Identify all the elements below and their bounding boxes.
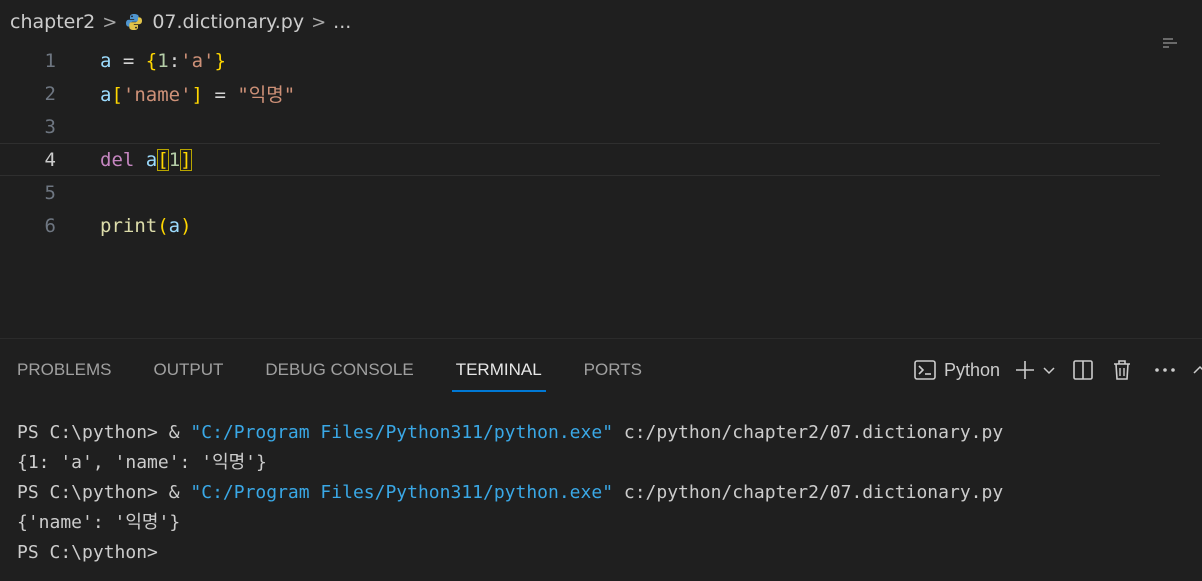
new-terminal-button[interactable]: [1014, 359, 1036, 381]
code-token: 1: [168, 148, 181, 171]
breadcrumb-file[interactable]: 07.dictionary.py: [152, 11, 304, 33]
split-terminal-button[interactable]: [1072, 359, 1094, 381]
tab-ports[interactable]: PORTS: [584, 339, 642, 401]
code-token: "익명": [237, 84, 296, 106]
code-line[interactable]: 6 print(a): [0, 209, 1160, 242]
maximize-panel-button[interactable]: [1192, 363, 1202, 377]
code-token: [: [157, 148, 169, 171]
code-token: print: [100, 214, 158, 237]
code-text: a = {1:'a'}: [100, 50, 226, 72]
code-token: 'a': [180, 49, 215, 72]
line-number: 6: [44, 214, 56, 237]
terminal-text: PS C:\python> &: [17, 482, 191, 503]
terminal-line: PS C:\python> & "C:/Program Files/Python…: [17, 418, 1202, 448]
terminal-text: {'name': '익명'}: [17, 512, 181, 533]
tab-terminal[interactable]: TERMINAL: [451, 339, 546, 401]
terminal-text: PS C:\python>: [17, 542, 158, 563]
terminal-text: PS C:\python> &: [17, 422, 191, 443]
code-token: ): [180, 214, 192, 237]
kill-terminal-button[interactable]: [1112, 359, 1132, 381]
code-token: (: [157, 214, 169, 237]
code-text: print(a): [100, 215, 192, 237]
code-token: }: [214, 49, 226, 72]
more-actions-button[interactable]: [1154, 367, 1176, 373]
terminal-line: PS C:\python>: [17, 538, 1202, 568]
terminal-text: c:/python/chapter2/07.dictionary.py: [613, 422, 1004, 443]
code-line[interactable]: 3: [0, 110, 1160, 143]
code-token: a: [145, 148, 158, 171]
python-file-icon: [124, 12, 144, 32]
breadcrumb-separator: >: [311, 11, 327, 33]
trash-icon: [1112, 359, 1132, 381]
minimap[interactable]: [1163, 38, 1177, 50]
breadcrumb: chapter2 > 07.dictionary.py > ...: [0, 0, 1202, 44]
code-text: a['name'] = "익명": [100, 80, 295, 107]
code-token: a: [100, 49, 112, 72]
terminal-text: "C:/Program Files/Python311/python.exe": [190, 482, 614, 503]
code-token: =: [203, 84, 238, 106]
line-number: 2: [44, 82, 56, 105]
code-token: 'name': [122, 84, 192, 106]
plus-icon: [1014, 359, 1036, 381]
breadcrumb-separator: >: [102, 11, 118, 33]
code-token: a: [100, 84, 112, 106]
code-token: a: [168, 214, 181, 237]
tab-problems[interactable]: PROBLEMS: [17, 339, 111, 401]
line-number: 4: [44, 148, 56, 171]
split-icon: [1072, 359, 1094, 381]
terminal-dropdown-button[interactable]: [1042, 363, 1056, 377]
tab-debug-console[interactable]: DEBUG CONSOLE: [265, 339, 413, 401]
terminal-line: {'name': '익명'}: [17, 508, 1202, 538]
breadcrumb-ellipsis[interactable]: ...: [333, 11, 351, 33]
tab-output[interactable]: OUTPUT: [153, 339, 223, 401]
line-number: 1: [44, 49, 56, 72]
line-number: 5: [44, 181, 56, 204]
code-editor[interactable]: 1a = {1:'a'} 2 a['name'] = "익명" 3 4 del a[1] 5…: [0, 44, 1202, 337]
breadcrumb-folder[interactable]: chapter2: [10, 11, 95, 33]
chevron-up-icon: [1192, 363, 1202, 377]
terminal-line: {1: 'a', 'name': '익명'}: [17, 448, 1202, 478]
terminal-line: PS C:\python> & "C:/Program Files/Python…: [17, 478, 1202, 508]
line-number: 3: [44, 115, 56, 138]
code-token: :: [168, 49, 181, 72]
terminal-output[interactable]: PS C:\python> & "C:/Program Files/Python…: [0, 418, 1202, 568]
terminal-profile-label: Python: [943, 359, 1000, 380]
code-token: ]: [191, 84, 203, 106]
code-token: del: [100, 148, 135, 171]
terminal-text: c:/python/chapter2/07.dictionary.py: [613, 482, 1004, 503]
terminal-text: {1: 'a', 'name': '익명'}: [17, 452, 267, 473]
panel-actions: Python: [914, 339, 1202, 401]
terminal-text: "C:/Program Files/Python311/python.exe": [190, 422, 614, 443]
code-token: 1: [157, 49, 169, 72]
code-token: =: [111, 49, 146, 72]
terminal-profile-button[interactable]: Python: [914, 360, 1000, 381]
code-line[interactable]: 5: [0, 176, 1160, 209]
terminal-icon: [914, 360, 936, 380]
code-line[interactable]: 2 a['name'] = "익명": [0, 77, 1160, 110]
more-icon: [1154, 367, 1176, 373]
chevron-down-icon: [1042, 363, 1056, 377]
code-token: ]: [180, 148, 192, 171]
code-text: del a[1]: [100, 148, 192, 171]
code-token: {: [145, 49, 158, 72]
code-line[interactable]: 1a = {1:'a'}: [0, 44, 1160, 77]
code-token: [: [111, 84, 123, 106]
code-line[interactable]: 4 del a[1]: [0, 143, 1160, 176]
